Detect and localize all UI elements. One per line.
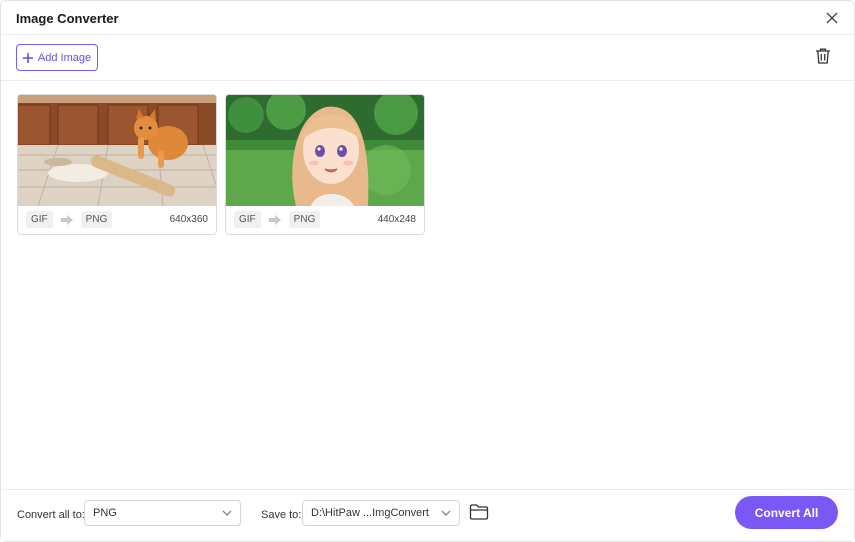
card-footer: GIF PNG 440x248 [226,205,424,234]
card-footer: GIF PNG 640x360 [18,205,216,234]
plus-icon [22,52,33,63]
image-dimensions: 440x248 [377,214,416,225]
save-path-select[interactable]: D:\HitPaw ...ImgConvert [302,500,460,526]
image-thumbnail-anime-girl [226,95,424,206]
image-dimensions: 640x360 [169,214,208,225]
arrow-right-icon [60,214,73,225]
convert-all-button[interactable]: Convert All [735,496,838,529]
folder-icon [469,504,489,520]
target-format-badge: PNG [288,211,321,228]
image-thumbnail-kitten [18,95,216,206]
delete-all-button[interactable] [814,47,834,67]
target-format-badge: PNG [80,211,113,228]
chevron-down-icon [222,510,232,516]
convert-format-select[interactable]: PNG [84,500,241,526]
source-format-badge: GIF [26,211,53,228]
image-card[interactable]: GIF PNG 640x360 [17,94,217,235]
add-image-label: Add Image [37,51,92,64]
save-to-label: Save to: [261,509,302,521]
chevron-down-icon [441,510,451,516]
trash-icon [816,48,830,64]
add-image-button[interactable]: Add Image [16,44,98,71]
convert-all-label: Convert all to: [17,509,85,521]
window-title: Image Converter [16,11,119,26]
image-converter-window: Image Converter Add Image GIF PNG 640x36… [0,0,855,542]
footer-bar: Convert all to: PNG Save to: D:\HitPaw .… [1,489,854,541]
close-icon [826,12,838,24]
toolbar: Add Image [1,35,854,81]
image-card[interactable]: GIF PNG 440x248 [225,94,425,235]
close-button[interactable] [822,8,842,28]
arrow-right-icon [268,214,281,225]
title-bar: Image Converter [1,1,854,35]
open-folder-button[interactable] [469,503,489,521]
save-path-value: D:\HitPaw ...ImgConvert [311,507,429,519]
convert-format-value: PNG [93,507,117,519]
source-format-badge: GIF [234,211,261,228]
image-grid: GIF PNG 640x360 GIF PNG 440x248 [17,94,425,235]
